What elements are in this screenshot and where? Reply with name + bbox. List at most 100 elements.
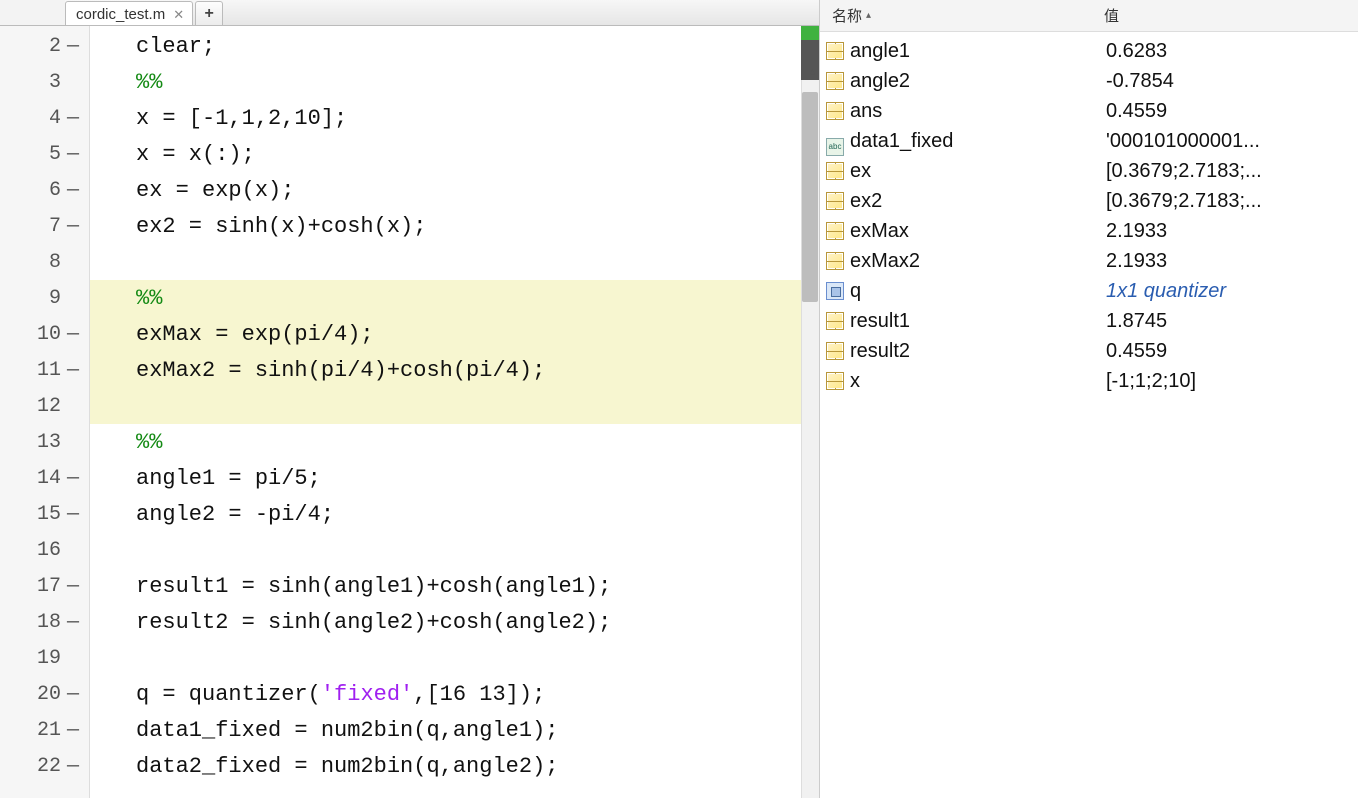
code-line[interactable]	[90, 532, 819, 568]
scrollbar-thumb[interactable]	[802, 92, 818, 302]
breakpoint-dash: —	[67, 107, 81, 130]
code-token: ,[16 13]);	[413, 682, 545, 707]
code-line[interactable]: angle1 = pi/5;	[90, 460, 819, 496]
workspace-column-name[interactable]: 名称 ▴	[820, 5, 1100, 26]
line-number: 13	[33, 431, 61, 454]
array-icon	[826, 162, 844, 180]
gutter-line[interactable]: 16	[0, 532, 89, 568]
gutter-line[interactable]: 10—	[0, 316, 89, 352]
code-line[interactable]: data1_fixed = num2bin(q,angle1);	[90, 712, 819, 748]
line-number: 21	[33, 719, 61, 742]
code-line[interactable]	[90, 388, 819, 424]
code-token: result2 = sinh(angle2)+cosh(angle2);	[136, 610, 611, 635]
line-number-gutter: 2—34—5—6—7—8910—11—121314—15—1617—18—192…	[0, 26, 90, 798]
gutter-line[interactable]: 9	[0, 280, 89, 316]
line-number: 6	[33, 179, 61, 202]
code-line[interactable]: %%	[90, 280, 819, 316]
gutter-line[interactable]: 17—	[0, 568, 89, 604]
gutter-line[interactable]: 4—	[0, 100, 89, 136]
workspace-variable-row[interactable]: ex[0.3679;2.7183;...	[820, 156, 1358, 186]
editor-body: 2—34—5—6—7—8910—11—121314—15—1617—18—192…	[0, 26, 819, 798]
variable-value: 0.4559	[1106, 100, 1167, 123]
line-number: 11	[33, 359, 61, 382]
gutter-line[interactable]: 6—	[0, 172, 89, 208]
line-number: 20	[33, 683, 61, 706]
code-line[interactable]: %%	[90, 64, 819, 100]
variable-name: ex	[850, 160, 1106, 183]
gutter-line[interactable]: 3	[0, 64, 89, 100]
code-token: result1 = sinh(angle1)+cosh(angle1);	[136, 574, 611, 599]
gutter-line[interactable]: 19	[0, 640, 89, 676]
object-icon	[826, 282, 844, 300]
workspace-variable-row[interactable]: ans0.4559	[820, 96, 1358, 126]
variable-value: 2.1933	[1106, 250, 1167, 273]
variable-name: result2	[850, 340, 1106, 363]
code-line[interactable]: x = x(:);	[90, 136, 819, 172]
array-icon	[826, 42, 844, 60]
code-area[interactable]: clear;%%x = [-1,1,2,10];x = x(:);ex = ex…	[90, 26, 819, 798]
breakpoint-dash: —	[67, 359, 81, 382]
code-line[interactable]: ex2 = sinh(x)+cosh(x);	[90, 208, 819, 244]
scroll-up-icon[interactable]: ▴	[809, 64, 816, 79]
workspace-variable-row[interactable]: ex2[0.3679;2.7183;...	[820, 186, 1358, 216]
gutter-line[interactable]: 18—	[0, 604, 89, 640]
workspace-variable-row[interactable]: result11.8745	[820, 306, 1358, 336]
line-number: 10	[33, 323, 61, 346]
code-token: exMax = exp(pi/4);	[136, 322, 374, 347]
code-line[interactable]	[90, 244, 819, 280]
line-number: 15	[33, 503, 61, 526]
workspace-variable-row[interactable]: result20.4559	[820, 336, 1358, 366]
line-number: 18	[33, 611, 61, 634]
code-line[interactable]: q = quantizer('fixed',[16 13]);	[90, 676, 819, 712]
gutter-line[interactable]: 2—	[0, 28, 89, 64]
plus-icon: +	[204, 5, 213, 23]
variable-value: 2.1933	[1106, 220, 1167, 243]
variable-name: exMax	[850, 220, 1106, 243]
gutter-line[interactable]: 12	[0, 388, 89, 424]
workspace-variable-row[interactable]: abcdata1_fixed'000101000001...	[820, 126, 1358, 156]
gutter-line[interactable]: 21—	[0, 712, 89, 748]
workspace-panel: 名称 ▴ 值 angle10.6283angle2-0.7854ans0.455…	[820, 0, 1358, 798]
code-token: ex = exp(x);	[136, 178, 294, 203]
scrollbar-track[interactable]: ▴	[801, 26, 819, 798]
variable-name: result1	[850, 310, 1106, 333]
code-line[interactable]: clear;	[90, 28, 819, 64]
line-number: 9	[33, 287, 61, 310]
workspace-variable-row[interactable]: angle2-0.7854	[820, 66, 1358, 96]
code-line[interactable]: data2_fixed = num2bin(q,angle2);	[90, 748, 819, 784]
workspace-variable-row[interactable]: exMax2.1933	[820, 216, 1358, 246]
gutter-line[interactable]: 20—	[0, 676, 89, 712]
workspace-variable-row[interactable]: angle10.6283	[820, 36, 1358, 66]
sort-ascending-icon: ▴	[866, 10, 871, 21]
code-line[interactable]: ex = exp(x);	[90, 172, 819, 208]
gutter-line[interactable]: 5—	[0, 136, 89, 172]
code-token: angle1 = pi/5;	[136, 466, 321, 491]
gutter-line[interactable]: 13	[0, 424, 89, 460]
workspace-variable-row[interactable]: exMax22.1933	[820, 246, 1358, 276]
workspace-column-value[interactable]: 值	[1100, 5, 1119, 26]
editor-panel: cordic_test.m ✕ + 2—34—5—6—7—8910—11—121…	[0, 0, 820, 798]
code-line[interactable]: result1 = sinh(angle1)+cosh(angle1);	[90, 568, 819, 604]
gutter-line[interactable]: 8	[0, 244, 89, 280]
new-tab-button[interactable]: +	[195, 1, 223, 25]
code-line[interactable]: exMax2 = sinh(pi/4)+cosh(pi/4);	[90, 352, 819, 388]
line-number: 8	[33, 251, 61, 274]
variable-value: [-1;1;2;10]	[1106, 370, 1196, 393]
code-line[interactable]: angle2 = -pi/4;	[90, 496, 819, 532]
gutter-line[interactable]: 15—	[0, 496, 89, 532]
gutter-line[interactable]: 7—	[0, 208, 89, 244]
code-line[interactable]	[90, 640, 819, 676]
line-number: 19	[33, 647, 61, 670]
line-number: 12	[33, 395, 61, 418]
code-line[interactable]: x = [-1,1,2,10];	[90, 100, 819, 136]
gutter-line[interactable]: 22—	[0, 748, 89, 784]
workspace-variable-row[interactable]: q1x1 quantizer	[820, 276, 1358, 306]
gutter-line[interactable]: 11 —	[0, 352, 89, 388]
code-line[interactable]: result2 = sinh(angle2)+cosh(angle2);	[90, 604, 819, 640]
close-icon[interactable]: ✕	[173, 7, 184, 23]
gutter-line[interactable]: 14—	[0, 460, 89, 496]
code-line[interactable]: exMax = exp(pi/4);	[90, 316, 819, 352]
code-line[interactable]: %%	[90, 424, 819, 460]
file-tab[interactable]: cordic_test.m ✕	[65, 1, 193, 25]
workspace-variable-row[interactable]: x[-1;1;2;10]	[820, 366, 1358, 396]
